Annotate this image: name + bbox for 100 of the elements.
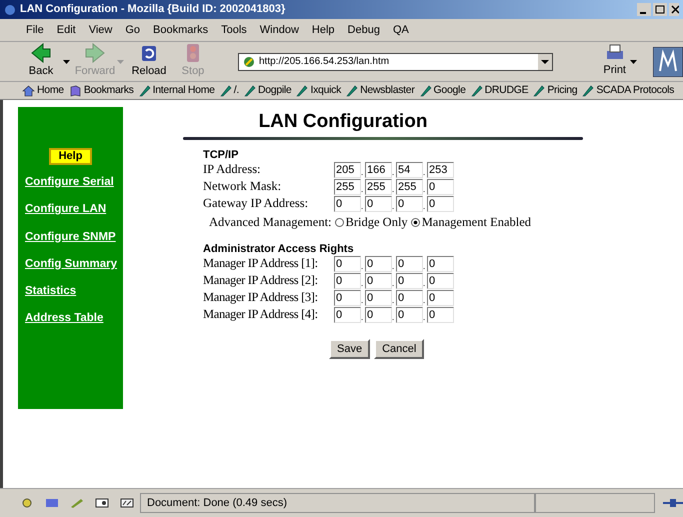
- toolbar-button[interactable]: Back: [22, 43, 70, 80]
- menu-item[interactable]: Edit: [56, 22, 76, 38]
- radio-button[interactable]: [334, 218, 344, 226]
- dot-separator: .: [392, 202, 396, 212]
- right-arrow-icon: [84, 43, 106, 64]
- section-heading: TCP/IP: [203, 148, 240, 160]
- app-icon: [4, 4, 16, 16]
- octet-field[interactable]: 0: [365, 272, 392, 288]
- bookmark-link[interactable]: Home: [22, 82, 64, 98]
- sidebar-link[interactable]: Address Table: [25, 310, 104, 328]
- octet-field[interactable]: 0: [365, 306, 392, 322]
- help-button[interactable]: Help: [48, 148, 92, 165]
- bookmark-link[interactable]: Ixquick: [296, 82, 342, 98]
- dot-separator: .: [361, 278, 364, 288]
- octet-field[interactable]: 0: [334, 272, 361, 288]
- octet-field[interactable]: 0: [396, 306, 423, 322]
- bookmark-link[interactable]: /.: [220, 82, 239, 98]
- form-button[interactable]: Save: [329, 338, 370, 358]
- section-heading: Administrator Access Rights: [203, 242, 355, 254]
- dot-separator: .: [423, 168, 426, 178]
- sidebar-link[interactable]: Configure LAN: [25, 201, 106, 218]
- menu-item[interactable]: QA: [392, 22, 409, 38]
- menu-item[interactable]: Debug: [348, 22, 380, 38]
- sidebar-link[interactable]: Config Summary: [25, 256, 118, 273]
- bookmark-link[interactable]: SCADA Protocols: [582, 82, 674, 98]
- bookmark-link[interactable]: Newsblaster: [346, 82, 415, 98]
- octet-field[interactable]: 166: [365, 162, 392, 178]
- octet-field[interactable]: 255: [396, 178, 423, 194]
- gear-icon[interactable]: [20, 497, 34, 509]
- print-button[interactable]: Print: [603, 44, 626, 79]
- octet-field[interactable]: 54: [396, 162, 423, 178]
- dot-separator: .: [423, 278, 426, 288]
- house-icon: [22, 84, 35, 96]
- field-label: Manager IP Address [2]:: [203, 272, 319, 290]
- octet-field[interactable]: 0: [396, 196, 423, 212]
- octet-field[interactable]: 0: [427, 306, 454, 322]
- dropdown-arrow-icon[interactable]: [630, 60, 637, 64]
- octet-field[interactable]: 0: [427, 290, 454, 306]
- octet-field[interactable]: 0: [396, 290, 423, 306]
- octet-field[interactable]: 0: [396, 272, 423, 288]
- octet-field[interactable]: 0: [427, 178, 454, 194]
- octet-field[interactable]: 253: [427, 162, 454, 178]
- menu-item[interactable]: Bookmarks: [153, 22, 208, 38]
- page-icon: [243, 56, 255, 68]
- form-button[interactable]: Cancel: [374, 338, 424, 358]
- radio-label: Management Enabled: [422, 214, 532, 231]
- octet-field[interactable]: 255: [365, 178, 392, 194]
- octet-field[interactable]: 0: [334, 306, 361, 322]
- octet-field[interactable]: 0: [365, 256, 392, 272]
- dot-separator: .: [361, 168, 364, 178]
- maximize-icon[interactable]: [653, 3, 667, 16]
- toolbar-button[interactable]: Reload: [130, 43, 168, 80]
- bookmark-link[interactable]: Dogpile: [244, 82, 292, 98]
- dot-separator: .: [361, 202, 364, 212]
- bookmark-icon: [296, 84, 308, 96]
- menu-item[interactable]: File: [26, 22, 44, 38]
- field-label: Gateway IP Address:: [203, 195, 310, 212]
- bookmark-link[interactable]: DRUDGE: [470, 82, 528, 98]
- dot-separator: .: [423, 262, 426, 272]
- menu-item[interactable]: Tools: [221, 22, 247, 38]
- octet-field[interactable]: 0: [427, 256, 454, 272]
- menu-item[interactable]: Go: [125, 22, 140, 38]
- menu-item[interactable]: Help: [312, 22, 335, 38]
- bookmark-link[interactable]: Pricing: [533, 82, 578, 98]
- dot-separator: .: [361, 262, 364, 272]
- octet-field[interactable]: 0: [427, 272, 454, 288]
- sidebar-link[interactable]: Configure Serial: [25, 174, 114, 192]
- dot-separator: .: [361, 312, 364, 322]
- window-title: LAN Configuration - Mozilla {Build ID: 2002041803}: [20, 2, 286, 18]
- field-label: Network Mask:: [203, 178, 282, 196]
- field-label: Manager IP Address [3]:: [203, 289, 319, 306]
- octet-field[interactable]: 0: [365, 290, 392, 306]
- dropdown-arrow-icon[interactable]: [63, 60, 70, 64]
- radio-button[interactable]: [410, 218, 420, 226]
- dot-separator: .: [392, 184, 396, 194]
- minimize-icon[interactable]: [637, 3, 651, 16]
- bookmark-link[interactable]: Internal Home: [138, 82, 215, 98]
- octet-field[interactable]: 0: [427, 196, 454, 212]
- bookmark-icon: [220, 84, 232, 96]
- octet-field[interactable]: 0: [365, 196, 392, 212]
- dot-separator: .: [423, 184, 426, 194]
- bookmark-link[interactable]: Bookmarks: [68, 82, 134, 98]
- bookmark-link[interactable]: Google: [420, 82, 466, 98]
- octet-field[interactable]: 0: [334, 256, 361, 272]
- octet-field[interactable]: 0: [334, 196, 361, 212]
- status-text: Document: Done (0.49 secs): [140, 493, 535, 513]
- octet-field[interactable]: 0: [396, 256, 423, 272]
- menu-item[interactable]: Window: [260, 22, 299, 38]
- octet-field[interactable]: 0: [334, 290, 361, 306]
- bookmark-icon: [346, 84, 358, 96]
- dot-separator: .: [392, 262, 396, 272]
- octet-field[interactable]: 255: [334, 178, 361, 194]
- sidebar-link[interactable]: Statistics: [25, 283, 76, 300]
- address-field[interactable]: http://205.166.54.253/lan.htm: [238, 52, 554, 70]
- sidebar-link[interactable]: Configure SNMP: [25, 228, 116, 246]
- close-icon[interactable]: [669, 3, 679, 16]
- dot-separator: .: [392, 296, 396, 306]
- octet-field[interactable]: 205: [334, 162, 361, 178]
- menu-item[interactable]: View: [88, 22, 112, 38]
- dot-separator: .: [392, 168, 396, 178]
